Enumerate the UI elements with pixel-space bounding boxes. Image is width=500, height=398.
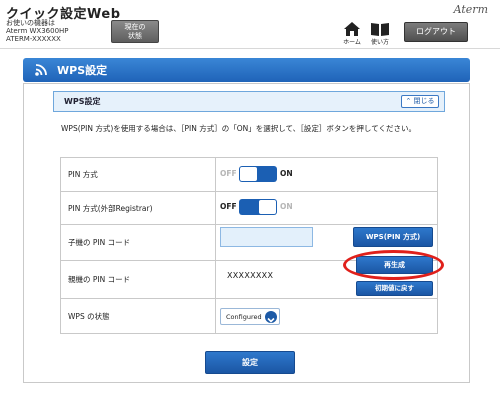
- toggle-knob: [259, 200, 276, 214]
- close-label: 閉じる: [413, 97, 435, 105]
- page-title: WPS設定: [57, 64, 108, 77]
- pin-method-label: PIN 方式: [60, 157, 216, 192]
- section-title: WPS設定: [64, 97, 101, 106]
- brand-logo: Aterm: [453, 3, 488, 16]
- wifi-icon: [35, 64, 47, 76]
- child-pin-label: 子機の PIN コード: [60, 224, 216, 261]
- description-text: WPS(PIN 方式)を使用する場合は、［PIN 方式］の「ON」を選択して、［…: [61, 124, 416, 133]
- toggle-knob: [240, 167, 257, 181]
- home-label: ホーム: [343, 39, 361, 46]
- pin-registrar-off: OFF: [220, 202, 237, 211]
- device-line-1: お使いの機器は: [6, 19, 55, 27]
- child-pin-input[interactable]: [220, 227, 313, 247]
- close-section-button[interactable]: ⌃ 閉じる: [401, 95, 439, 108]
- pin-registrar-on: ON: [280, 202, 293, 211]
- highlight-ring: [343, 250, 444, 280]
- current-status-button[interactable]: 現在の 状態: [111, 20, 159, 43]
- page-title-bar: WPS設定: [23, 58, 470, 82]
- header-divider: [0, 48, 500, 49]
- submit-button[interactable]: 設定: [205, 351, 295, 374]
- chevron-up-icon: ⌃: [405, 97, 412, 105]
- pin-method-off: OFF: [220, 169, 237, 178]
- wps-pin-button[interactable]: WPS(PIN 方式): [353, 227, 433, 247]
- chevron-down-icon: [265, 311, 277, 323]
- app-header: クイック設定Web お使いの機器は Aterm WX3600HP ATERM-X…: [0, 0, 500, 48]
- device-line-3: ATERM-XXXXXX: [6, 35, 61, 43]
- pin-method-toggle[interactable]: OFF ON: [220, 166, 300, 182]
- current-status-label-1: 現在の: [124, 23, 146, 31]
- wps-status-label: WPS の状態: [60, 298, 216, 334]
- current-status-label-2: 状態: [128, 32, 142, 40]
- device-line-2: Aterm WX3600HP: [6, 27, 69, 35]
- wps-status-select[interactable]: Configured: [220, 308, 280, 325]
- help-nav[interactable]: 使い方: [367, 22, 393, 46]
- section-header: WPS設定 ⌃ 閉じる: [53, 91, 445, 112]
- pin-registrar-toggle[interactable]: OFF ON: [220, 199, 300, 215]
- help-label: 使い方: [370, 39, 389, 46]
- pin-registrar-switch[interactable]: [239, 199, 277, 215]
- home-icon: [344, 22, 360, 36]
- pin-method-switch[interactable]: [239, 166, 277, 182]
- book-icon: [371, 23, 389, 36]
- pin-method-on: ON: [280, 169, 293, 178]
- home-nav[interactable]: ホーム: [339, 22, 365, 46]
- wps-status-value: Configured: [226, 313, 262, 321]
- pin-registrar-label: PIN 方式(外部Registrar): [60, 191, 216, 225]
- reset-default-button[interactable]: 初期値に戻す: [356, 281, 433, 296]
- parent-pin-label: 親機の PIN コード: [60, 260, 216, 299]
- parent-pin-value: XXXXXXXX: [227, 271, 274, 280]
- logout-button[interactable]: ログアウト: [404, 22, 468, 42]
